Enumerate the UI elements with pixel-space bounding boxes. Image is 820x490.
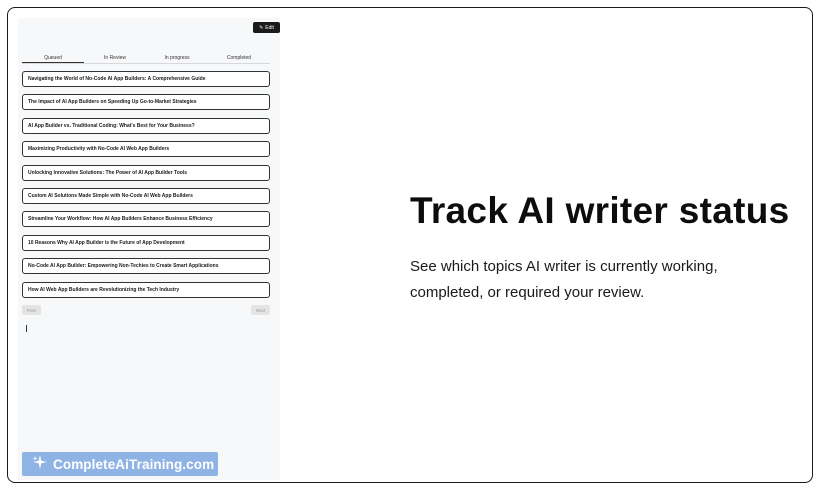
sparkle-logo-icon [32, 454, 48, 475]
edit-button[interactable]: ✎ Edit [253, 22, 280, 33]
status-tabs: Queued In Review In progress Completed [22, 54, 270, 64]
tab-in-review[interactable]: In Review [84, 54, 146, 63]
text-cursor [26, 325, 27, 332]
list-item[interactable]: AI App Builder vs. Traditional Coding: W… [22, 117, 270, 134]
list-item[interactable]: Maximizing Productivity with No-Code AI … [22, 141, 270, 158]
list-item[interactable]: No-Code AI App Builder: Empowering Non-T… [22, 258, 270, 275]
list-item[interactable]: The Impact of AI App Builders on Speedin… [22, 94, 270, 111]
brand-text: CompleteAiTraining.com [53, 456, 215, 472]
panel-toolbar: ✎ Edit [18, 18, 280, 38]
topic-list: Navigating the World of No-Code AI App B… [22, 71, 270, 305]
list-item[interactable]: 10 Reasons Why AI App Builder is the Fut… [22, 234, 270, 251]
pagination: Prev Next [22, 305, 270, 315]
edit-button-label: Edit [265, 24, 274, 31]
list-item[interactable]: Custom AI Solutions Made Simple with No-… [22, 187, 270, 204]
app-preview-panel: ✎ Edit Queued In Review In progress Comp… [18, 18, 280, 480]
prev-button[interactable]: Prev [22, 305, 41, 315]
pencil-square-icon: ✎ [259, 24, 264, 31]
next-button[interactable]: Next [251, 305, 270, 315]
tab-in-progress[interactable]: In progress [146, 54, 208, 63]
tab-queued[interactable]: Queued [22, 54, 84, 63]
list-item[interactable]: How AI Web App Builders are Revolutioniz… [22, 281, 270, 298]
tab-completed[interactable]: Completed [208, 54, 270, 63]
list-item[interactable]: Unlocking Innovative Solutions: The Powe… [22, 164, 270, 181]
list-item[interactable]: Navigating the World of No-Code AI App B… [22, 71, 270, 87]
content-frame: ✎ Edit Queued In Review In progress Comp… [7, 7, 813, 483]
page-description: See which topics AI writer is currently … [410, 258, 718, 301]
page-title: Track AI writer status [410, 190, 790, 231]
list-item[interactable]: Streamline Your Workflow: How AI App Bui… [22, 211, 270, 228]
brand-watermark: CompleteAiTraining.com [22, 452, 218, 476]
